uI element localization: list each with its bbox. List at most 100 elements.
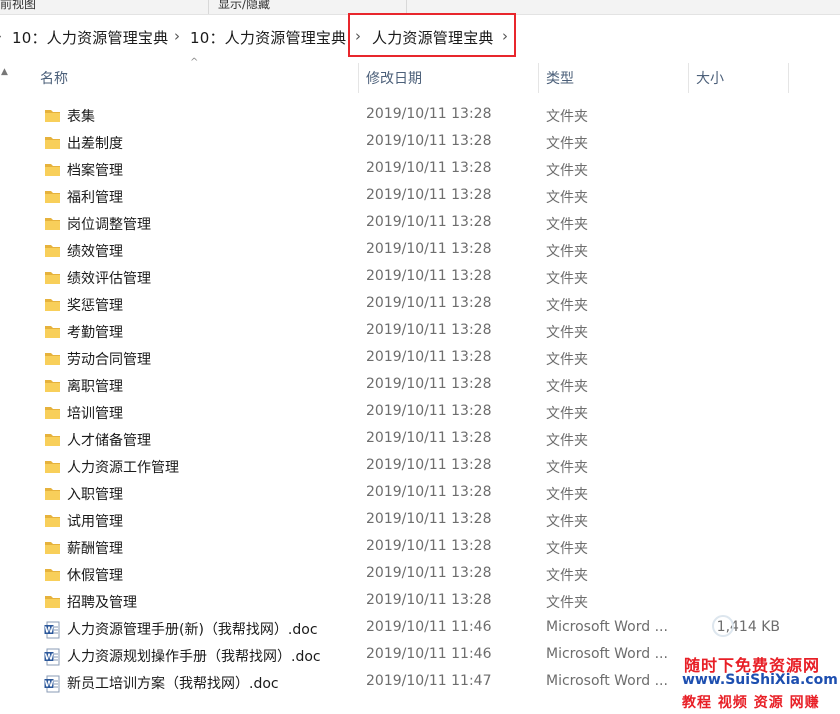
folder-icon <box>44 513 61 529</box>
file-name: 离职管理 <box>67 379 123 395</box>
ribbon-label-layout[interactable]: 前视图 <box>0 0 36 12</box>
file-modified-date: 2019/10/11 13:28 <box>366 268 492 284</box>
folder-icon <box>44 162 61 178</box>
file-row[interactable]: 出差制度 2019/10/11 13:28 文件夹 <box>0 130 840 157</box>
file-name: 奖惩管理 <box>67 298 123 314</box>
file-name: 入职管理 <box>67 487 123 503</box>
file-name: 试用管理 <box>67 514 123 530</box>
column-divider[interactable] <box>788 63 789 93</box>
folder-icon <box>44 270 61 286</box>
svg-text:W: W <box>45 653 54 662</box>
file-modified-date: 2019/10/11 13:28 <box>366 376 492 392</box>
ribbon-label-show-hide[interactable]: 显示/隐藏 <box>218 0 270 12</box>
file-row[interactable]: 人力资源工作管理 2019/10/11 13:28 文件夹 <box>0 454 840 481</box>
file-row[interactable]: 入职管理 2019/10/11 13:28 文件夹 <box>0 481 840 508</box>
file-row[interactable]: 离职管理 2019/10/11 13:28 文件夹 <box>0 373 840 400</box>
file-name: 出差制度 <box>67 136 123 152</box>
file-row[interactable]: 绩效管理 2019/10/11 13:28 文件夹 <box>0 238 840 265</box>
watermark-circle <box>712 615 734 637</box>
file-row[interactable]: 劳动合同管理 2019/10/11 13:28 文件夹 <box>0 346 840 373</box>
folder-icon <box>44 135 61 151</box>
folder-icon <box>44 459 61 475</box>
file-type: Microsoft Word ... <box>546 673 668 689</box>
folder-icon <box>44 405 61 421</box>
file-type: 文件夹 <box>546 514 588 530</box>
file-type: 文件夹 <box>546 271 588 287</box>
column-divider[interactable] <box>358 63 359 93</box>
file-type: 文件夹 <box>546 460 588 476</box>
file-row[interactable]: 奖惩管理 2019/10/11 13:28 文件夹 <box>0 292 840 319</box>
file-name: 岗位调整管理 <box>67 217 151 233</box>
breadcrumb-item[interactable]: 10：人力资源管理宝典 <box>12 27 168 48</box>
file-type: 文件夹 <box>546 595 588 611</box>
file-type: 文件夹 <box>546 163 588 179</box>
file-type: 文件夹 <box>546 244 588 260</box>
file-type: Microsoft Word ... <box>546 646 668 662</box>
folder-icon <box>44 378 61 394</box>
highlight-annotation-box <box>348 13 516 57</box>
file-modified-date: 2019/10/11 11:47 <box>366 673 492 689</box>
file-name: 休假管理 <box>67 568 123 584</box>
file-row[interactable]: 招聘及管理 2019/10/11 13:28 文件夹 <box>0 589 840 616</box>
file-type: 文件夹 <box>546 487 588 503</box>
file-row[interactable]: 薪酬管理 2019/10/11 13:28 文件夹 <box>0 535 840 562</box>
file-name: 考勤管理 <box>67 325 123 341</box>
file-modified-date: 2019/10/11 13:28 <box>366 592 492 608</box>
file-row[interactable]: 岗位调整管理 2019/10/11 13:28 文件夹 <box>0 211 840 238</box>
file-name: 人才储备管理 <box>67 433 151 449</box>
file-type: Microsoft Word ... <box>546 619 668 635</box>
file-modified-date: 2019/10/11 13:28 <box>366 484 492 500</box>
folder-icon <box>44 189 61 205</box>
file-modified-date: 2019/10/11 13:28 <box>366 403 492 419</box>
column-header-size[interactable]: 大小 <box>696 68 724 88</box>
file-row[interactable]: 绩效评估管理 2019/10/11 13:28 文件夹 <box>0 265 840 292</box>
ribbon-divider <box>208 0 209 14</box>
file-row[interactable]: 试用管理 2019/10/11 13:28 文件夹 <box>0 508 840 535</box>
file-type: 文件夹 <box>546 568 588 584</box>
folder-icon <box>44 108 61 124</box>
file-type: 文件夹 <box>546 190 588 206</box>
folder-icon <box>44 594 61 610</box>
file-row[interactable]: 人才储备管理 2019/10/11 13:28 文件夹 <box>0 427 840 454</box>
column-divider[interactable] <box>688 63 689 93</box>
file-name: 福利管理 <box>67 190 123 206</box>
file-type: 文件夹 <box>546 406 588 422</box>
column-divider[interactable] <box>538 63 539 93</box>
word-doc-icon: W <box>44 648 61 666</box>
breadcrumb-item[interactable]: 10：人力资源管理宝典 <box>190 27 346 48</box>
file-type: 文件夹 <box>546 379 588 395</box>
file-type: 文件夹 <box>546 217 588 233</box>
folder-icon <box>44 540 61 556</box>
file-modified-date: 2019/10/11 13:28 <box>366 160 492 176</box>
column-header-type[interactable]: 类型 <box>546 68 574 88</box>
file-row[interactable]: 福利管理 2019/10/11 13:28 文件夹 <box>0 184 840 211</box>
file-modified-date: 2019/10/11 13:28 <box>366 295 492 311</box>
file-modified-date: 2019/10/11 13:28 <box>366 241 492 257</box>
chevron-right-icon[interactable]: › <box>0 27 2 45</box>
file-name: 人力资源管理手册(新)（我帮找网）.doc <box>67 622 318 638</box>
file-row[interactable]: 表集 2019/10/11 13:28 文件夹 <box>0 103 840 130</box>
file-modified-date: 2019/10/11 13:28 <box>366 187 492 203</box>
file-name: 表集 <box>67 109 95 125</box>
chevron-right-icon[interactable]: › <box>174 27 180 45</box>
folder-icon <box>44 351 61 367</box>
word-doc-icon: W <box>44 621 61 639</box>
file-row[interactable]: 档案管理 2019/10/11 13:28 文件夹 <box>0 157 840 184</box>
file-name: 培训管理 <box>67 406 123 422</box>
file-name: 劳动合同管理 <box>67 352 151 368</box>
ribbon-divider <box>406 0 407 14</box>
column-header-date[interactable]: 修改日期 <box>366 68 422 88</box>
file-modified-date: 2019/10/11 13:28 <box>366 430 492 446</box>
svg-text:W: W <box>45 626 54 635</box>
file-row[interactable]: 休假管理 2019/10/11 13:28 文件夹 <box>0 562 840 589</box>
file-type: 文件夹 <box>546 433 588 449</box>
file-modified-date: 2019/10/11 13:28 <box>366 214 492 230</box>
folder-icon <box>44 297 61 313</box>
word-doc-icon: W <box>44 675 61 693</box>
file-row[interactable]: 培训管理 2019/10/11 13:28 文件夹 <box>0 400 840 427</box>
watermark-url: www.SuiShiXia.com <box>682 672 838 688</box>
watermark-line: 教程 视频 资源 网赚 <box>682 695 820 711</box>
file-modified-date: 2019/10/11 13:28 <box>366 106 492 122</box>
column-header-name[interactable]: 名称 <box>40 68 68 88</box>
file-row[interactable]: 考勤管理 2019/10/11 13:28 文件夹 <box>0 319 840 346</box>
